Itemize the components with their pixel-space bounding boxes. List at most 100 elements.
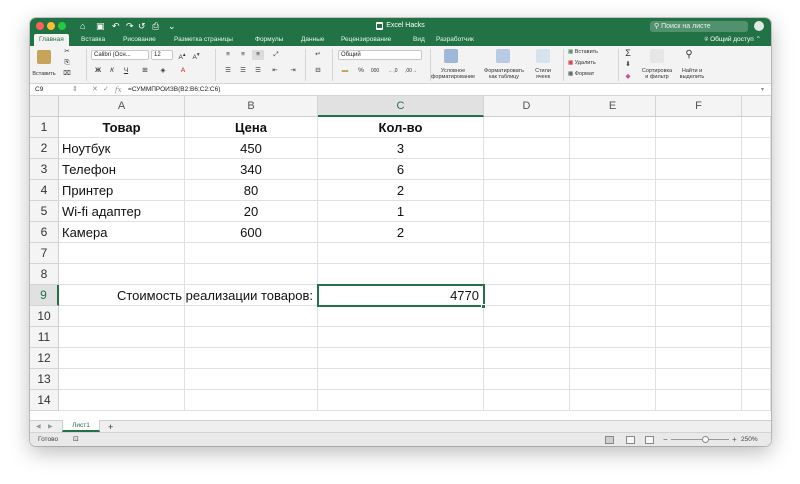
grid-cell[interactable] bbox=[59, 327, 185, 348]
fill-color-icon[interactable]: ◈ bbox=[156, 66, 170, 76]
enter-formula-icon[interactable]: ✓ bbox=[103, 84, 109, 96]
grid-cell[interactable] bbox=[185, 327, 318, 348]
row-header-2[interactable]: 2 bbox=[30, 138, 59, 159]
tab-draw[interactable]: Рисование bbox=[118, 34, 161, 46]
find-select-button[interactable]: Найти и выделить bbox=[674, 68, 710, 80]
grid-cell[interactable] bbox=[570, 180, 656, 201]
clear-icon[interactable]: ◆ bbox=[622, 72, 634, 82]
account-icon[interactable] bbox=[754, 21, 764, 31]
find-select-icon[interactable]: ⚲ bbox=[682, 50, 696, 60]
grid-cell[interactable] bbox=[318, 390, 484, 411]
grid-cell[interactable] bbox=[656, 180, 742, 201]
paste-icon[interactable] bbox=[37, 50, 51, 64]
summary-label-cell[interactable]: Стоимость реализации товаров: bbox=[59, 285, 318, 306]
grid-cell[interactable] bbox=[742, 390, 771, 411]
cell-styles-icon[interactable] bbox=[536, 49, 550, 63]
grid-cell[interactable] bbox=[59, 243, 185, 264]
row-header-10[interactable]: 10 bbox=[30, 306, 59, 327]
column-header-b[interactable]: B bbox=[185, 96, 318, 117]
insert-function-icon[interactable]: fx bbox=[115, 84, 122, 96]
zoom-out-icon[interactable]: − bbox=[663, 433, 668, 446]
tab-developer[interactable]: Разработчик bbox=[431, 34, 479, 46]
grid-cell[interactable] bbox=[742, 222, 771, 243]
page-break-view-button[interactable] bbox=[645, 436, 654, 444]
bold-icon[interactable]: Ж bbox=[93, 66, 103, 76]
cell-styles-button[interactable]: Стили ячеек bbox=[528, 68, 558, 80]
row-header-5[interactable]: 5 bbox=[30, 201, 59, 222]
percent-icon[interactable]: % bbox=[356, 66, 366, 76]
grid-cell[interactable] bbox=[484, 222, 570, 243]
align-center-icon[interactable]: ☰ bbox=[237, 66, 249, 76]
column-header-c[interactable]: C bbox=[318, 96, 484, 117]
decrease-decimal-icon[interactable]: ,00→ bbox=[404, 66, 418, 76]
tab-formulas[interactable]: Формулы bbox=[250, 34, 288, 46]
autosum-icon[interactable]: Σ bbox=[622, 48, 634, 58]
number-format-select[interactable]: Общий bbox=[338, 50, 422, 60]
grid-cell[interactable] bbox=[742, 285, 771, 306]
column-header-overflow[interactable] bbox=[742, 96, 771, 117]
sheet-tab-1[interactable]: Лист1 bbox=[62, 420, 100, 432]
name-box-dropdown-icon[interactable]: ⇕ bbox=[72, 84, 78, 96]
grid-cell[interactable] bbox=[656, 327, 742, 348]
row-header-13[interactable]: 13 bbox=[30, 369, 59, 390]
grid-cell[interactable] bbox=[185, 306, 318, 327]
grid-cell[interactable] bbox=[570, 222, 656, 243]
grid-cell[interactable] bbox=[185, 390, 318, 411]
row-header-8[interactable]: 8 bbox=[30, 264, 59, 285]
conditional-formatting-button[interactable]: Условное форматирование bbox=[426, 68, 480, 80]
row-header-11[interactable]: 11 bbox=[30, 327, 59, 348]
grid-cell[interactable] bbox=[484, 243, 570, 264]
grid-cell[interactable] bbox=[742, 180, 771, 201]
normal-view-button[interactable] bbox=[605, 436, 614, 444]
grid-cell[interactable] bbox=[742, 348, 771, 369]
currency-format-icon[interactable]: ▬ bbox=[338, 66, 352, 76]
grid-cell[interactable] bbox=[318, 369, 484, 390]
row-header-4[interactable]: 4 bbox=[30, 180, 59, 201]
row-header-6[interactable]: 6 bbox=[30, 222, 59, 243]
grid-cell[interactable] bbox=[742, 138, 771, 159]
grid-cell[interactable] bbox=[656, 243, 742, 264]
grid-cell[interactable] bbox=[656, 369, 742, 390]
grid-cell[interactable] bbox=[570, 306, 656, 327]
page-layout-view-button[interactable] bbox=[626, 436, 635, 444]
grid-cell[interactable] bbox=[656, 348, 742, 369]
grid-cell[interactable] bbox=[656, 390, 742, 411]
grid-cell[interactable] bbox=[59, 369, 185, 390]
table-cell-price[interactable]: 450 bbox=[185, 138, 318, 159]
header-cell-price[interactable]: Цена bbox=[185, 117, 318, 138]
grid-cell[interactable] bbox=[742, 264, 771, 285]
thousands-separator-icon[interactable]: 000 bbox=[368, 66, 382, 76]
sort-filter-icon[interactable] bbox=[650, 49, 664, 63]
grid-cell[interactable] bbox=[484, 369, 570, 390]
row-header-3[interactable]: 3 bbox=[30, 159, 59, 180]
row-header-7[interactable]: 7 bbox=[30, 243, 59, 264]
grid-cell[interactable] bbox=[742, 306, 771, 327]
align-middle-icon[interactable]: ≡ bbox=[237, 50, 249, 60]
table-cell-price[interactable]: 20 bbox=[185, 201, 318, 222]
fill-handle[interactable] bbox=[481, 304, 486, 309]
grid-cell[interactable] bbox=[742, 159, 771, 180]
grid-cell[interactable] bbox=[570, 390, 656, 411]
column-header-a[interactable]: A bbox=[59, 96, 185, 117]
grid-cell[interactable] bbox=[484, 117, 570, 138]
grid-cell[interactable] bbox=[570, 348, 656, 369]
grid-cell[interactable] bbox=[656, 264, 742, 285]
grid-cell[interactable] bbox=[318, 327, 484, 348]
row-header-14[interactable]: 14 bbox=[30, 390, 59, 411]
grid-cell[interactable] bbox=[742, 369, 771, 390]
tab-home[interactable]: Главная bbox=[34, 34, 69, 46]
grid-cell[interactable] bbox=[742, 117, 771, 138]
align-top-icon[interactable]: ≡ bbox=[222, 50, 234, 60]
grid-cell[interactable] bbox=[185, 369, 318, 390]
grid-cell[interactable] bbox=[318, 306, 484, 327]
grid-cell[interactable] bbox=[185, 264, 318, 285]
zoom-slider-track[interactable] bbox=[671, 439, 729, 440]
grid-cell[interactable] bbox=[484, 138, 570, 159]
decrease-font-icon[interactable]: A▾ bbox=[190, 50, 202, 61]
format-cells-button[interactable]: ▦ Формат bbox=[568, 71, 614, 77]
row-header-9[interactable]: 9 bbox=[30, 285, 59, 306]
table-cell-product[interactable]: Телефон bbox=[59, 159, 185, 180]
tab-data[interactable]: Данные bbox=[296, 34, 329, 46]
grid-cell[interactable] bbox=[59, 390, 185, 411]
increase-font-icon[interactable]: A▴ bbox=[176, 50, 188, 61]
